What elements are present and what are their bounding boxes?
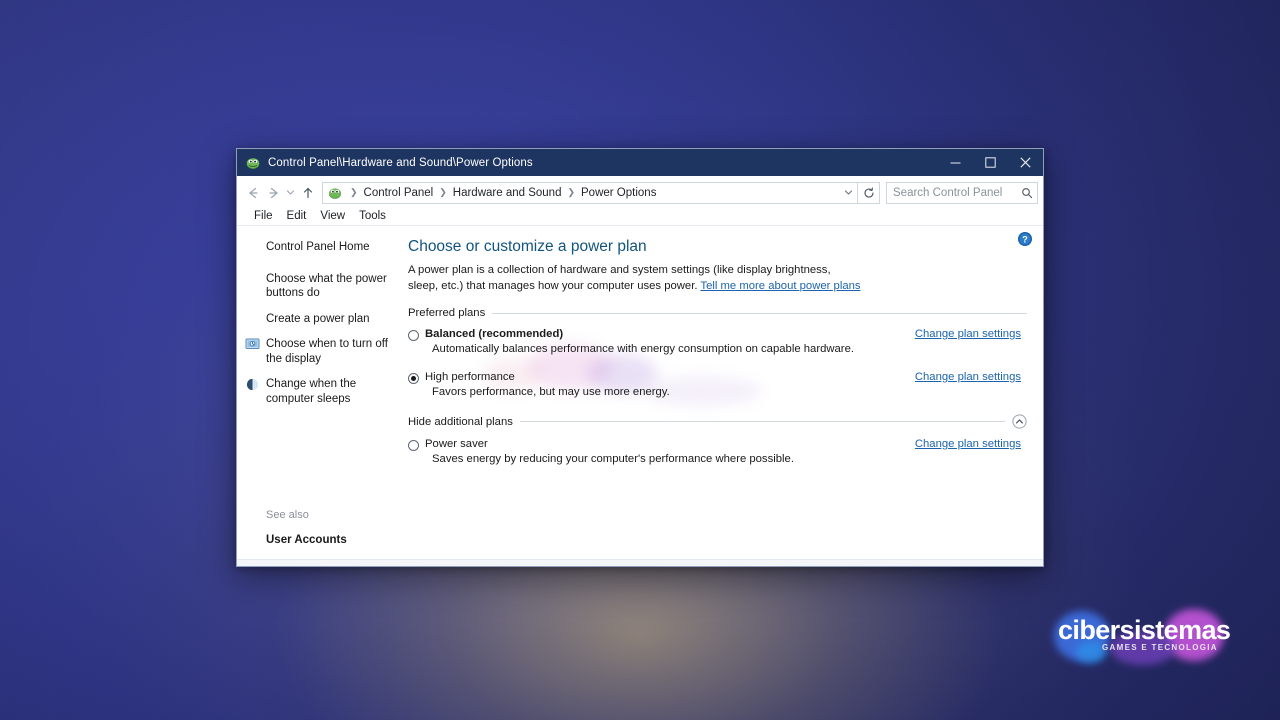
plan-name-balanced: Balanced (recommended) — [425, 328, 564, 340]
watermark-logo: cibersistemas GAMES E TECNOLOGIA — [1052, 607, 1231, 665]
power-plan-power-saver[interactable]: Power saver Change plan settings Saves e… — [408, 438, 1027, 465]
additional-plans-section-header[interactable]: Hide additional plans — [408, 414, 1027, 429]
main-content: ? Choose or customize a power plan A pow… — [408, 226, 1043, 559]
change-plan-settings-power-saver[interactable]: Change plan settings — [915, 438, 1027, 450]
menu-item-edit[interactable]: Edit — [280, 209, 314, 223]
tell-me-more-link[interactable]: Tell me more about power plans — [700, 280, 860, 292]
radio-high-performance[interactable] — [408, 373, 419, 384]
menu-item-tools[interactable]: Tools — [352, 209, 393, 223]
change-plan-settings-high-performance[interactable]: Change plan settings — [915, 371, 1027, 383]
hide-additional-plans-label[interactable]: Hide additional plans — [408, 416, 513, 428]
logo-brand-text: cibersistemas — [1058, 615, 1231, 645]
close-button[interactable] — [1008, 149, 1043, 176]
minimize-button[interactable] — [938, 149, 973, 176]
radio-power-saver[interactable] — [408, 440, 419, 451]
power-plan-high-performance[interactable]: High performance Change plan settings Fa… — [408, 371, 1027, 398]
menu-bar: File Edit View Tools — [237, 206, 1043, 225]
sidebar: Control Panel Home Choose what the power… — [237, 226, 408, 559]
breadcrumb-item-hardware-and-sound[interactable]: Hardware and Sound — [451, 187, 564, 199]
address-bar[interactable]: ❯ Control Panel ❯ Hardware and Sound ❯ P… — [322, 181, 858, 204]
page-description: A power plan is a collection of hardware… — [408, 263, 863, 294]
window-body: Control Panel Home Choose what the power… — [237, 225, 1043, 559]
breadcrumb-item-control-panel[interactable]: Control Panel — [362, 187, 436, 199]
control-panel-icon — [245, 155, 261, 171]
sidebar-item-power-buttons[interactable]: Choose what the power buttons do — [237, 270, 393, 303]
back-button[interactable] — [242, 182, 263, 203]
page-title: Choose or customize a power plan — [408, 238, 647, 255]
search-icon[interactable] — [1017, 183, 1037, 203]
navigation-bar: ❯ Control Panel ❯ Hardware and Sound ❯ P… — [237, 179, 1043, 206]
section-divider — [519, 421, 1005, 422]
plan-header-row: Power saver Change plan settings — [425, 438, 1027, 450]
window-titlebar[interactable]: Control Panel\Hardware and Sound\Power O… — [237, 149, 1043, 176]
plan-header-row: High performance Change plan settings — [425, 371, 1027, 383]
preferred-plans-label: Preferred plans — [408, 307, 486, 319]
breadcrumb-separator: ❯ — [439, 187, 447, 197]
sidebar-item-label: Choose when to turn off the display — [266, 338, 388, 365]
sidebar-item-create-power-plan[interactable]: Create a power plan — [237, 310, 393, 329]
display-icon — [245, 337, 260, 352]
sidebar-item-user-accounts[interactable]: User Accounts — [237, 531, 393, 550]
plan-description-balanced: Automatically balances performance with … — [432, 343, 854, 355]
help-question-icon[interactable]: ? — [1017, 231, 1033, 247]
preferred-plans-section-header: Preferred plans — [408, 307, 1027, 319]
window-title: Control Panel\Hardware and Sound\Power O… — [268, 156, 533, 169]
search-input[interactable]: Search Control Panel — [887, 187, 1017, 199]
chevron-up-circle-icon[interactable] — [1012, 414, 1027, 429]
plan-name-high-performance: High performance — [425, 371, 515, 383]
plan-description-high-performance: Favors performance, but may use more ene… — [432, 386, 670, 398]
svg-text:?: ? — [1022, 234, 1028, 244]
breadcrumb-separator: ❯ — [350, 187, 358, 197]
breadcrumb-separator: ❯ — [567, 187, 576, 197]
menu-item-file[interactable]: File — [247, 209, 280, 223]
sidebar-item-turn-off-display[interactable]: Choose when to turn off the display — [237, 335, 393, 368]
change-plan-settings-balanced[interactable]: Change plan settings — [915, 328, 1027, 340]
sidebar-item-label: Change when the computer sleeps — [266, 378, 357, 405]
section-divider — [492, 312, 1027, 314]
see-also-label: See also — [266, 508, 309, 521]
address-dropdown-chevron-icon[interactable] — [839, 183, 857, 203]
window-caption-buttons — [938, 149, 1043, 176]
plan-description-power-saver: Saves energy by reducing your computer's… — [432, 453, 794, 465]
sleep-moon-icon — [245, 377, 260, 392]
breadcrumb-item-power-options[interactable]: Power Options — [579, 187, 658, 199]
up-one-level-button[interactable] — [297, 182, 318, 203]
sidebar-item-control-panel-home[interactable]: Control Panel Home — [237, 238, 393, 257]
sidebar-item-computer-sleeps[interactable]: Change when the computer sleeps — [237, 375, 393, 408]
power-plan-balanced[interactable]: Balanced (recommended) Change plan setti… — [408, 328, 1027, 355]
plan-header-row: Balanced (recommended) Change plan setti… — [425, 328, 1027, 340]
refresh-button[interactable] — [858, 181, 880, 204]
recent-locations-button[interactable] — [284, 182, 297, 203]
plan-name-power-saver: Power saver — [425, 438, 488, 450]
breadcrumb-control-panel-icon — [327, 185, 343, 201]
radio-balanced[interactable] — [408, 330, 419, 341]
logo-tagline: GAMES E TECNOLOGIA — [1102, 643, 1218, 652]
window-status-strip — [237, 559, 1043, 566]
search-box[interactable]: Search Control Panel — [886, 181, 1038, 204]
forward-button[interactable] — [263, 182, 284, 203]
control-panel-window: Control Panel\Hardware and Sound\Power O… — [236, 148, 1044, 567]
maximize-button[interactable] — [973, 149, 1008, 176]
menu-item-view[interactable]: View — [313, 209, 352, 223]
